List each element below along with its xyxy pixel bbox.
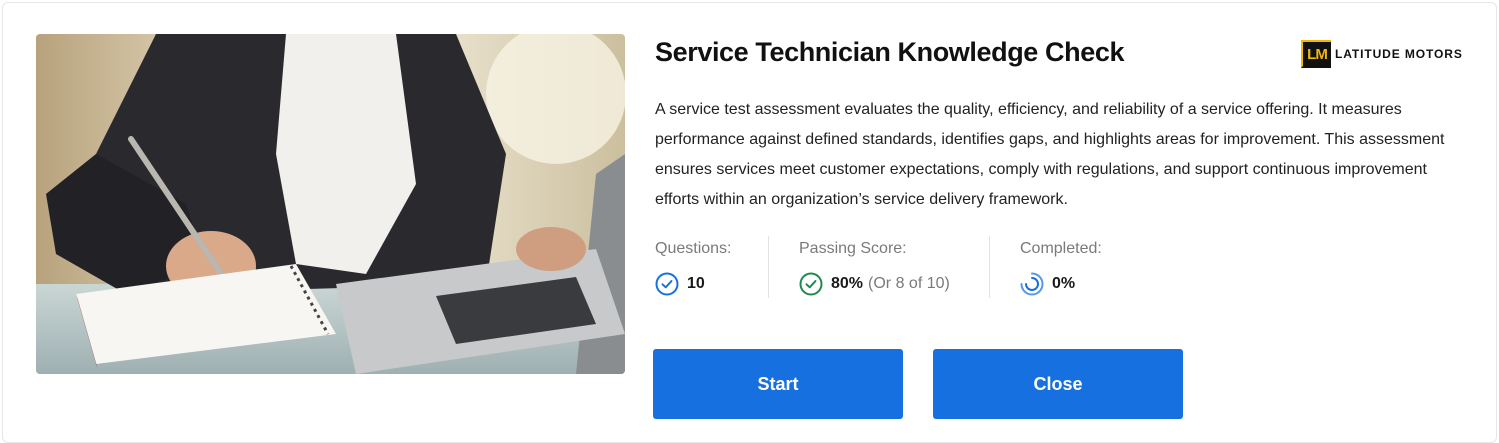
page-title: Service Technician Knowledge Check	[655, 37, 1125, 67]
assessment-description: A service test assessment evaluates the …	[655, 101, 1445, 208]
stat-completed-value: 0%	[1052, 275, 1076, 292]
logo-mark-text: LM	[1307, 45, 1328, 63]
stat-completed-label: Completed:	[1020, 240, 1102, 257]
progress-ring-icon	[1020, 272, 1044, 296]
stat-divider	[989, 236, 990, 298]
logo-mark-icon: LM	[1301, 40, 1331, 68]
stat-questions-label: Questions:	[655, 240, 732, 257]
stat-questions-value-row: 10	[655, 272, 705, 296]
brand-name: LATITUDE MOTORS	[1335, 47, 1463, 61]
stat-passing-label: Passing Score:	[799, 240, 907, 257]
stat-passing-value: 80%	[831, 275, 864, 292]
stat-completed-value-row: 0%	[1020, 272, 1075, 296]
stat-divider	[768, 236, 769, 298]
check-circle-icon	[799, 272, 823, 296]
brand-logo: LM LATITUDE MOTORS	[1301, 40, 1463, 68]
start-button[interactable]: Start	[653, 349, 903, 419]
close-button[interactable]: Close	[933, 349, 1183, 419]
check-circle-icon	[655, 272, 679, 296]
stat-passing-value-row: 80% (Or 8 of 10)	[799, 272, 950, 296]
assessment-image	[36, 34, 625, 374]
assessment-card: Service Technician Knowledge Check LM LA…	[2, 2, 1497, 443]
stat-passing-detail: (Or 8 of 10)	[868, 275, 950, 292]
stat-questions-value: 10	[687, 275, 705, 292]
